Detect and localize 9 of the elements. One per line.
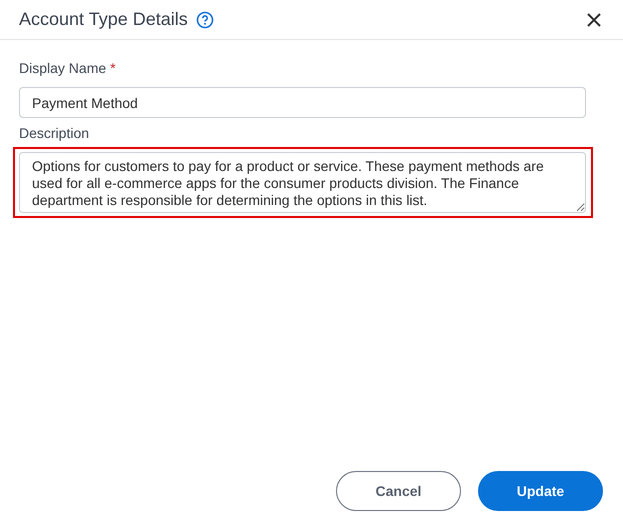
- dialog-title: Account Type Details: [19, 9, 188, 30]
- help-icon[interactable]: [196, 10, 214, 28]
- update-button[interactable]: Update: [478, 471, 603, 511]
- display-name-field[interactable]: Payment Method: [19, 87, 586, 118]
- field-label: Display Name *: [19, 60, 116, 76]
- description-field[interactable]: Options for customers to pay for a product or service. These payment methods are used for all e-commerce apps for the consumer products division. The Finance department is responsible for determining the options in this list.: [19, 152, 586, 213]
- field-label: Description: [19, 125, 90, 141]
- cancel-button[interactable]: Cancel: [336, 471, 461, 511]
- close-icon[interactable]: [587, 12, 601, 26]
